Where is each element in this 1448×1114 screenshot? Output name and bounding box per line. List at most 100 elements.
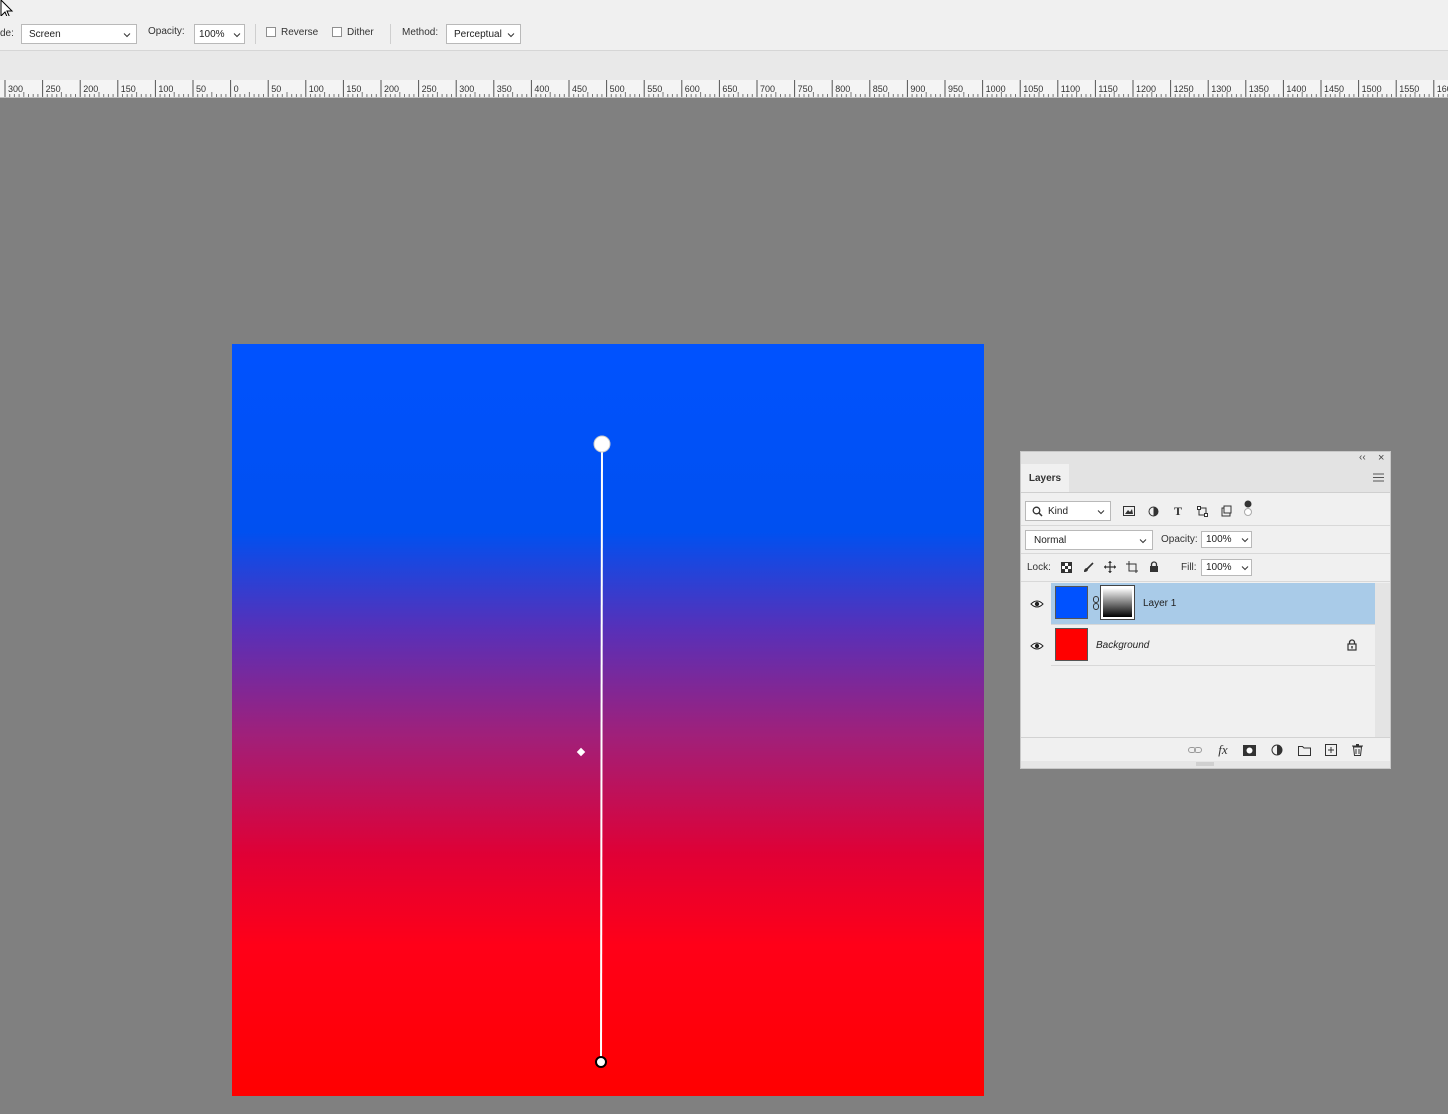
- layer-name[interactable]: Background: [1096, 625, 1149, 666]
- close-icon[interactable]: ×: [1378, 452, 1384, 464]
- layer-mask-thumbnail[interactable]: [1100, 585, 1135, 620]
- ruler-ticks: 300 250 200 150 100 50 0 50 100 150 200 250 300 350 40…: [4, 80, 1448, 97]
- document-tab-area: [0, 51, 1448, 80]
- panel-tabs: Layers: [1021, 464, 1390, 493]
- gradient-guide[interactable]: [232, 344, 984, 1096]
- add-mask-icon[interactable]: [1241, 743, 1257, 757]
- ruler-label: 1300: [1211, 84, 1231, 94]
- ruler-label: 500: [610, 84, 625, 94]
- ruler-label: 950: [948, 84, 963, 94]
- fill-input[interactable]: 100%: [1201, 559, 1252, 576]
- ruler-label: 50: [196, 84, 206, 94]
- mode-value: Screen: [29, 28, 61, 40]
- ruler-label: 800: [835, 84, 850, 94]
- ruler-label: 1450: [1324, 84, 1344, 94]
- layer-row-layer-1[interactable]: Layer 1: [1030, 583, 1375, 624]
- filter-kind-select[interactable]: Kind: [1025, 501, 1111, 521]
- layers-scrollbar[interactable]: [1375, 583, 1390, 737]
- reverse-checkbox-box[interactable]: [266, 27, 276, 37]
- filter-kind-value: Kind: [1048, 505, 1069, 517]
- divider: [1051, 665, 1375, 666]
- lock-icon[interactable]: [1347, 639, 1357, 651]
- filter-type-icon[interactable]: T: [1170, 503, 1186, 519]
- gradient-line[interactable]: [600, 443, 603, 1063]
- chevron-down-icon[interactable]: [1240, 563, 1250, 573]
- lock-brush-icon[interactable]: [1080, 559, 1096, 575]
- gradient-midpoint-handle[interactable]: [576, 747, 586, 757]
- chevron-down-icon: [507, 33, 515, 38]
- layer-thumbnail[interactable]: [1055, 586, 1088, 619]
- ruler-label: 200: [83, 84, 98, 94]
- ruler-label: 650: [722, 84, 737, 94]
- mode-select[interactable]: Screen: [21, 24, 137, 44]
- ruler-label: 50: [271, 84, 281, 94]
- collapse-icon[interactable]: ‹‹: [1359, 452, 1366, 464]
- filter-shape-icon[interactable]: [1194, 503, 1210, 519]
- chevron-down-icon: [123, 33, 131, 38]
- ruler-label: 200: [384, 84, 399, 94]
- divider: [1021, 553, 1390, 554]
- layer-thumbnail[interactable]: [1055, 628, 1088, 661]
- ruler-label: 150: [121, 84, 136, 94]
- ruler-label: 300: [459, 84, 474, 94]
- ruler-label: 1350: [1249, 84, 1269, 94]
- mode-label: de:: [0, 27, 14, 39]
- divider: [255, 24, 256, 44]
- lock-label: Lock:: [1027, 562, 1051, 573]
- ruler-label: 1400: [1286, 84, 1306, 94]
- filter-smart-object-icon[interactable]: [1218, 503, 1234, 519]
- filter-toggle-icon[interactable]: [1240, 500, 1256, 516]
- opacity-label-wrap: Opacity:: [148, 14, 185, 48]
- ruler-label: 700: [760, 84, 775, 94]
- new-group-icon[interactable]: [1296, 743, 1312, 757]
- divider: [1021, 581, 1390, 582]
- chevron-down-icon[interactable]: [1240, 535, 1250, 545]
- horizontal-ruler[interactable]: 300 250 200 150 100 50 0 50 100 150 200 250 300 350 40…: [0, 80, 1448, 98]
- ruler-label: 100: [309, 84, 324, 94]
- gradient-end-handle[interactable]: [595, 1056, 607, 1068]
- link-chain-icon[interactable]: [1092, 596, 1100, 610]
- dither-checkbox[interactable]: Dither: [332, 15, 374, 49]
- lock-all-icon[interactable]: [1146, 559, 1162, 575]
- method-label: Method:: [402, 26, 439, 38]
- delete-layer-icon[interactable]: [1349, 743, 1365, 757]
- ruler-label: 1000: [986, 84, 1006, 94]
- layer-opacity-label: Opacity:: [1161, 534, 1198, 545]
- reverse-checkbox[interactable]: Reverse: [266, 15, 318, 49]
- chevron-down-icon[interactable]: [232, 30, 242, 40]
- panel-menu-icon[interactable]: [1373, 473, 1384, 482]
- ruler-label: 750: [798, 84, 813, 94]
- lock-transparent-icon[interactable]: [1058, 559, 1074, 575]
- new-layer-icon[interactable]: [1323, 743, 1339, 757]
- layer-opacity-input[interactable]: 100%: [1201, 531, 1252, 548]
- lock-move-icon[interactable]: [1102, 559, 1118, 575]
- filter-pixel-icon[interactable]: [1121, 503, 1137, 519]
- reverse-label: Reverse: [281, 26, 319, 38]
- visibility-eye-icon[interactable]: [1030, 641, 1044, 651]
- mode-label-wrap: de:: [0, 16, 14, 50]
- layer-row-background[interactable]: Background: [1030, 625, 1375, 666]
- filter-adjustment-icon[interactable]: [1145, 503, 1161, 519]
- dither-checkbox-box[interactable]: [332, 27, 342, 37]
- ruler-label: 100: [158, 84, 173, 94]
- ruler-label: 400: [534, 84, 549, 94]
- layer-name[interactable]: Layer 1: [1143, 583, 1176, 624]
- divider: [390, 24, 391, 44]
- panel-resize-grip[interactable]: [1021, 761, 1390, 768]
- method-select[interactable]: Perceptual: [446, 24, 521, 44]
- gradient-start-handle[interactable]: [593, 435, 611, 453]
- lock-artboard-icon[interactable]: [1124, 559, 1140, 575]
- panel-footer: fx: [1021, 737, 1390, 762]
- ruler-label: 1500: [1362, 84, 1382, 94]
- opacity-input[interactable]: 100%: [194, 24, 245, 44]
- link-layers-icon[interactable]: [1187, 743, 1203, 757]
- tab-layers[interactable]: Layers: [1021, 464, 1069, 492]
- opacity-value: 100%: [199, 28, 225, 40]
- visibility-eye-icon[interactable]: [1030, 599, 1044, 609]
- blend-mode-select[interactable]: Normal: [1025, 530, 1153, 550]
- ruler-label: 1250: [1174, 84, 1194, 94]
- document-canvas[interactable]: [232, 344, 984, 1096]
- adjustment-layer-icon[interactable]: [1269, 743, 1285, 757]
- ruler-label: 0: [234, 84, 239, 94]
- fx-icon[interactable]: fx: [1215, 742, 1231, 757]
